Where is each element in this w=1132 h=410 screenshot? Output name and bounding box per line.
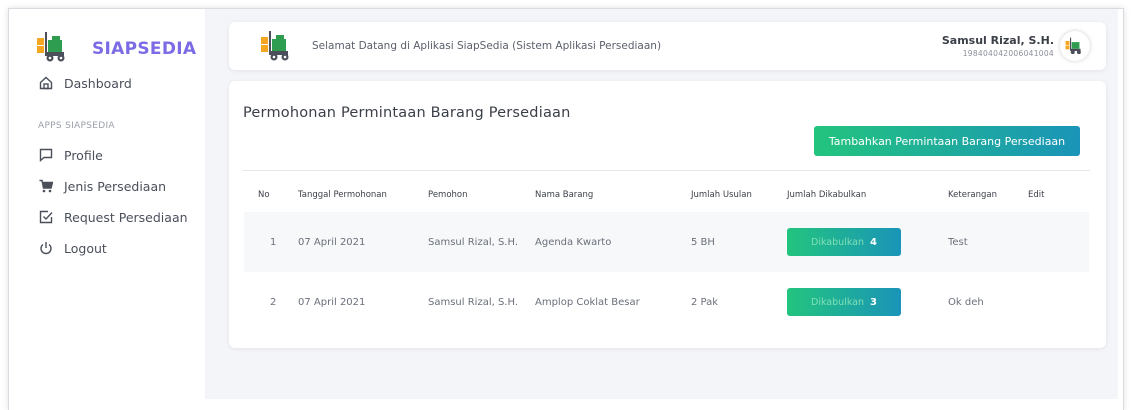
user-info[interactable]: Samsul Rizal, S.H. 198404042006041004 xyxy=(942,34,1054,58)
cell-tanggal: 07 April 2021 xyxy=(298,296,366,308)
sidebar-item-profile[interactable]: Profile xyxy=(38,147,103,163)
sidebar-section-label: APPS SIAPSEDIA xyxy=(38,121,115,131)
forklift-icon xyxy=(1065,37,1081,55)
col-header-edit: Edit xyxy=(1028,189,1045,200)
user-name: Samsul Rizal, S.H. xyxy=(941,34,1054,47)
sidebar-item-label: Profile xyxy=(64,147,103,163)
cell-edit[interactable] xyxy=(1028,212,1089,272)
cell-nama-barang: Amplop Coklat Besar xyxy=(535,296,640,308)
avatar[interactable] xyxy=(1060,31,1090,61)
cell-jumlah-usulan: 5 BH xyxy=(691,236,715,248)
forklift-icon xyxy=(260,31,296,65)
sidebar-item-label: Request Persediaan xyxy=(64,209,188,225)
sidebar-item-label: Logout xyxy=(64,240,107,256)
cell-pemohon: Samsul Rizal, S.H. xyxy=(428,296,519,308)
requests-card: Permohonan Permintaan Barang Persediaan … xyxy=(229,81,1106,348)
col-header-no: No xyxy=(258,189,270,200)
cell-pemohon: Samsul Rizal, S.H. xyxy=(428,236,519,248)
approved-badge[interactable]: Dikabulkan 4 xyxy=(787,228,901,256)
cell-no: 2 xyxy=(270,296,277,308)
approved-badge[interactable]: Dikabulkan 3 xyxy=(787,288,901,316)
col-header-jumlah-usulan: Jumlah Usulan xyxy=(691,189,752,200)
approved-label: Dikabulkan xyxy=(811,296,864,308)
cell-jumlah-usulan: 2 Pak xyxy=(691,296,719,308)
col-header-jumlah-dikabulkan: Jumlah Dikabulkan xyxy=(787,189,867,200)
cell-no: 1 xyxy=(270,236,277,248)
brand[interactable]: SIAPSEDIA xyxy=(36,32,196,66)
cell-jumlah-dikabulkan: Dikabulkan 3 xyxy=(787,272,948,332)
cell-jumlah-dikabulkan: Dikabulkan 4 xyxy=(787,212,948,272)
sidebar-item-dashboard[interactable]: Dashboard xyxy=(38,75,132,91)
col-header-nama-barang: Nama Barang xyxy=(535,189,594,200)
home-icon xyxy=(38,75,54,91)
brand-name: SIAPSEDIA xyxy=(92,39,197,59)
table-header-row: No Tanggal Permohonan Pemohon Nama Baran… xyxy=(244,177,1089,212)
add-request-button[interactable]: Tambahkan Permintaan Barang Persediaan xyxy=(814,126,1080,156)
top-bar: Selamat Datang di Aplikasi SiapSedia (Si… xyxy=(229,22,1106,70)
user-nip: 198404042006041004 xyxy=(962,49,1054,58)
approved-count: 4 xyxy=(870,236,877,248)
check-square-icon xyxy=(38,209,54,225)
requests-table: No Tanggal Permohonan Pemohon Nama Baran… xyxy=(244,177,1089,332)
page-title: Permohonan Permintaan Barang Persediaan xyxy=(243,105,571,121)
forklift-icon xyxy=(36,32,72,66)
sidebar-item-label: Jenis Persediaan xyxy=(64,178,167,194)
cell-nama-barang: Agenda Kwarto xyxy=(535,236,612,248)
col-header-tanggal: Tanggal Permohonan xyxy=(298,189,387,200)
col-header-keterangan: Keterangan xyxy=(948,189,998,200)
divider xyxy=(243,170,1090,171)
cell-tanggal: 07 April 2021 xyxy=(298,236,366,248)
approved-label: Dikabulkan xyxy=(811,236,864,248)
power-icon xyxy=(38,240,54,256)
cell-keterangan: Ok deh xyxy=(948,296,984,308)
sidebar-item-jenis-persediaan[interactable]: Jenis Persediaan xyxy=(38,178,166,194)
cart-icon xyxy=(38,178,54,194)
welcome-text: Selamat Datang di Aplikasi SiapSedia (Si… xyxy=(312,40,662,52)
col-header-pemohon: Pemohon xyxy=(428,189,468,200)
sidebar-item-logout[interactable]: Logout xyxy=(38,240,107,256)
sidebar-item-request-persediaan[interactable]: Request Persediaan xyxy=(38,209,188,225)
message-square-icon xyxy=(38,147,54,163)
cell-edit[interactable] xyxy=(1028,272,1089,332)
sidebar-item-label: Dashboard xyxy=(64,75,132,91)
table-row: 2 07 April 2021 Samsul Rizal, S.H. Amplo… xyxy=(244,272,1089,332)
cell-keterangan: Test xyxy=(948,236,968,248)
approved-count: 3 xyxy=(870,296,877,308)
table-row: 1 07 April 2021 Samsul Rizal, S.H. Agend… xyxy=(244,212,1089,272)
